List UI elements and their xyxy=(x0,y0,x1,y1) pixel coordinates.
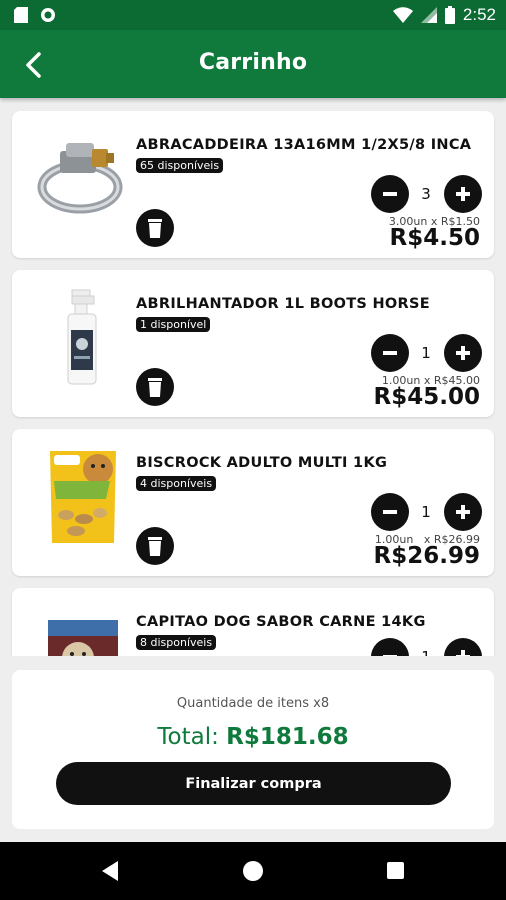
battery-icon xyxy=(444,6,455,24)
cart-item: CAPITAO DOG SABOR CARNE 14KG 8 disponíve… xyxy=(12,588,494,656)
spray-bottle-image xyxy=(67,289,97,385)
stock-badge: 4 disponíveis xyxy=(136,476,217,491)
cart-summary: Quantidade de itens x8 Total: R$181.68 F… xyxy=(12,670,494,829)
dog-food-bag-image xyxy=(48,620,118,656)
nav-back-icon[interactable] xyxy=(100,860,120,882)
total-label: Total: xyxy=(157,724,219,750)
item-subtotal: R$45.00 xyxy=(373,384,480,410)
app-bar: Carrinho xyxy=(0,30,506,98)
trash-icon xyxy=(148,378,162,397)
stock-badge: 65 disponíveis xyxy=(136,158,224,173)
stock-badge: 8 disponíveis xyxy=(136,635,217,650)
remove-item-button[interactable] xyxy=(136,527,174,565)
sd-card-icon xyxy=(14,7,28,23)
increase-quantity-button[interactable] xyxy=(444,334,482,372)
clock: 2:52 xyxy=(462,5,496,24)
product-name: ABRACADDEIRA 13A16MM 1/2X5/8 INCA xyxy=(136,137,472,153)
increase-quantity-button[interactable] xyxy=(444,175,482,213)
signal-icon xyxy=(420,7,437,23)
cart-item: BISCROCK ADULTO MULTI 1KG 4 disponíveis … xyxy=(12,429,494,576)
increase-quantity-button[interactable] xyxy=(444,638,482,656)
item-subtotal: R$26.99 xyxy=(373,543,480,569)
minus-icon xyxy=(383,655,397,656)
cart-total: Total: R$181.68 xyxy=(12,724,494,750)
plus-icon xyxy=(456,650,470,656)
remove-item-button[interactable] xyxy=(136,209,174,247)
cart-list[interactable]: ABRACADDEIRA 13A16MM 1/2X5/8 INCA 65 dis… xyxy=(0,98,506,656)
decrease-quantity-button[interactable] xyxy=(371,175,409,213)
product-name: CAPITAO DOG SABOR CARNE 14KG xyxy=(136,614,426,630)
nav-home-icon[interactable] xyxy=(243,861,263,881)
stock-badge: 1 disponível xyxy=(136,317,211,332)
plus-icon xyxy=(456,187,470,201)
minus-icon xyxy=(383,351,397,355)
quantity-value: 3 xyxy=(421,185,431,203)
nav-recents-icon[interactable] xyxy=(387,862,404,879)
page-title: Carrinho xyxy=(198,50,308,75)
item-subtotal: R$4.50 xyxy=(389,225,480,251)
trash-icon xyxy=(148,537,162,556)
decrease-quantity-button[interactable] xyxy=(371,493,409,531)
wifi-icon xyxy=(392,7,413,23)
plus-icon xyxy=(456,505,470,519)
remove-item-button[interactable] xyxy=(136,368,174,406)
trash-icon xyxy=(148,219,162,238)
plus-icon xyxy=(456,346,470,360)
checkout-button[interactable]: Finalizar compra xyxy=(56,762,451,805)
minus-icon xyxy=(383,510,397,514)
hose-clamp-image xyxy=(37,143,123,214)
item-count: Quantidade de itens x8 xyxy=(176,696,330,711)
product-name: ABRILHANTADOR 1L BOOTS HORSE xyxy=(136,296,430,312)
biscrock-package-image xyxy=(50,451,116,543)
cart-item: ABRACADDEIRA 13A16MM 1/2X5/8 INCA 65 dis… xyxy=(12,111,494,258)
total-value: R$181.68 xyxy=(226,724,349,750)
cart-item: ABRILHANTADOR 1L BOOTS HORSE 1 disponíve… xyxy=(12,270,494,417)
decrease-quantity-button[interactable] xyxy=(371,638,409,656)
minus-icon xyxy=(383,192,397,196)
status-bar: 2:52 xyxy=(0,0,506,30)
sync-icon xyxy=(41,8,55,22)
product-name: BISCROCK ADULTO MULTI 1KG xyxy=(136,455,388,471)
quantity-value: 1 xyxy=(410,648,442,656)
increase-quantity-button[interactable] xyxy=(444,493,482,531)
decrease-quantity-button[interactable] xyxy=(371,334,409,372)
quantity-value: 1 xyxy=(421,503,431,521)
quantity-value: 1 xyxy=(421,344,431,362)
navigation-bar xyxy=(0,842,506,900)
